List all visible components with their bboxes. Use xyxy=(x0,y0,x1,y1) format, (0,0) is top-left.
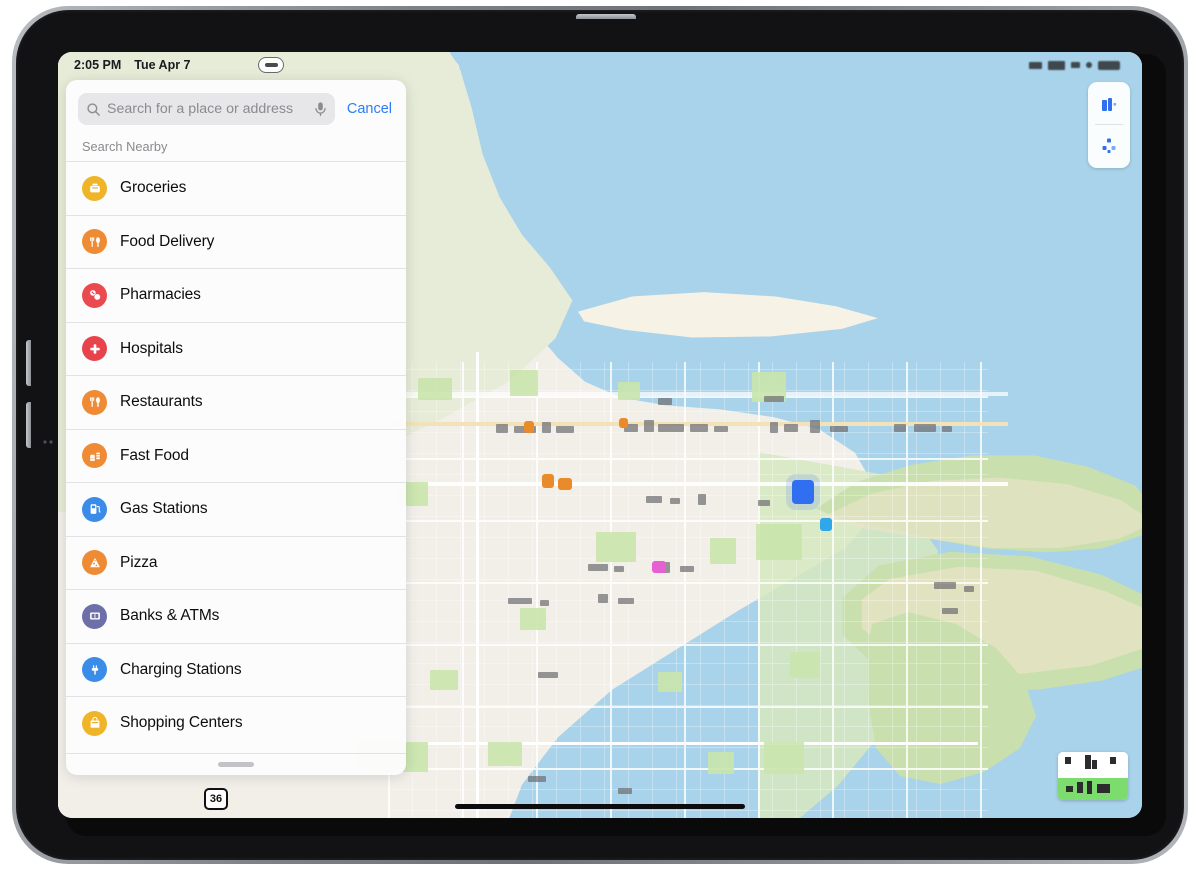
poi-pin-cyan[interactable] xyxy=(820,518,832,531)
nearby-row-label: Gas Stations xyxy=(120,500,208,518)
pizza-slice-icon xyxy=(82,550,107,576)
utensils-icon xyxy=(82,229,107,255)
pills-icon xyxy=(82,282,107,308)
device-screen: 36 2:05 PM Tue Apr 7 Search for a place … xyxy=(58,52,1142,818)
nearby-row-shopping-centers[interactable]: Shopping Centers xyxy=(66,696,406,750)
status-bar-right xyxy=(1029,60,1120,70)
search-input[interactable]: Search for a place or address xyxy=(78,93,335,125)
device-stage: 36 2:05 PM Tue Apr 7 Search for a place … xyxy=(0,0,1200,871)
cellular-signal-icon xyxy=(1048,60,1065,70)
nearby-row-label: Pharmacies xyxy=(120,286,201,304)
shopping-basket-icon xyxy=(82,175,107,201)
search-placeholder: Search for a place or address xyxy=(107,101,294,117)
wifi-icon xyxy=(1029,61,1042,69)
controls-divider xyxy=(1095,124,1123,126)
poi-pin-orange-4[interactable] xyxy=(619,418,628,428)
status-dot-icon xyxy=(1086,62,1092,68)
nearby-row-label: Fast Food xyxy=(120,446,189,464)
buildings-3d-icon[interactable] xyxy=(1093,89,1125,121)
nearby-row-fast-food[interactable]: Fast Food xyxy=(66,428,406,483)
battery-icon xyxy=(1098,60,1120,70)
status-bar: 2:05 PM Tue Apr 7 xyxy=(58,52,1142,78)
nearby-row-hospitals[interactable]: Hospitals xyxy=(66,321,406,376)
poi-pin-orange[interactable] xyxy=(542,474,554,488)
smart-connector xyxy=(42,438,54,446)
search-row: Search for a place or address Cancel xyxy=(66,80,406,136)
poi-pin-magenta[interactable] xyxy=(652,561,666,573)
nearby-row-restaurants[interactable]: Restaurants xyxy=(66,375,406,429)
status-date: Tue Apr 7 xyxy=(134,58,191,72)
map-legend-widget[interactable] xyxy=(1058,752,1128,800)
nearby-row-label: Pizza xyxy=(120,553,158,571)
ev-plug-icon xyxy=(82,657,107,683)
nearby-row-pharmacies[interactable]: Pharmacies xyxy=(66,268,406,322)
panel-drag-handle[interactable] xyxy=(218,762,254,767)
home-indicator[interactable] xyxy=(455,804,745,809)
highway-shield-marker[interactable]: 36 xyxy=(204,788,228,810)
nearby-row-label: Groceries xyxy=(120,179,187,197)
power-button[interactable] xyxy=(576,14,636,19)
panel-grabber-wrap xyxy=(66,753,406,775)
legend-bottom xyxy=(1058,778,1128,800)
banknote-icon xyxy=(82,603,107,629)
search-nearby-header: Search Nearby xyxy=(82,139,168,154)
nearby-row-label: Hospitals xyxy=(120,339,183,357)
nearby-row-banks-atms[interactable]: Banks & ATMs xyxy=(66,589,406,643)
poi-pin-selected-blue[interactable] xyxy=(792,480,814,504)
nearby-row-food-delivery[interactable]: Food Delivery xyxy=(66,214,406,269)
legend-top xyxy=(1058,752,1128,778)
nearby-row-label: Shopping Centers xyxy=(120,714,243,732)
search-panel: Search for a place or address Cancel Sea… xyxy=(66,80,406,775)
nearby-row-label: Banks & ATMs xyxy=(120,607,220,625)
nearby-row-groceries[interactable]: Groceries xyxy=(66,161,406,215)
bluetooth-icon xyxy=(1071,62,1080,68)
poi-pin-orange-3[interactable] xyxy=(524,421,534,433)
fuel-pump-icon xyxy=(82,496,107,522)
status-time: 2:05 PM xyxy=(74,58,122,72)
poi-pin-orange-2[interactable] xyxy=(558,478,572,490)
cancel-button[interactable]: Cancel xyxy=(345,101,394,117)
nearby-row-label: Charging Stations xyxy=(120,660,242,678)
volume-down-button[interactable] xyxy=(26,402,31,448)
nearby-row-charging-stations[interactable]: Charging Stations xyxy=(66,642,406,697)
medical-cross-icon xyxy=(82,336,107,362)
map-controls-panel xyxy=(1088,82,1130,168)
nearby-row-label: Restaurants xyxy=(120,393,203,411)
shopping-bag-icon xyxy=(82,710,107,736)
location-arrow-icon[interactable] xyxy=(1093,129,1125,161)
status-bar-left: 2:05 PM Tue Apr 7 xyxy=(74,58,191,72)
nearby-row-pizza[interactable]: Pizza xyxy=(66,535,406,590)
nearby-row-label: Food Delivery xyxy=(120,232,215,250)
nearby-row-gas-stations[interactable]: Gas Stations xyxy=(66,482,406,536)
burger-fries-icon xyxy=(82,443,107,469)
search-icon xyxy=(87,102,100,116)
volume-up-button[interactable] xyxy=(26,340,31,386)
microphone-icon xyxy=(315,102,326,117)
utensils-icon xyxy=(82,389,107,415)
search-nearby-list: Groceries Food Delivery Pharmacies Hospital… xyxy=(66,161,406,753)
